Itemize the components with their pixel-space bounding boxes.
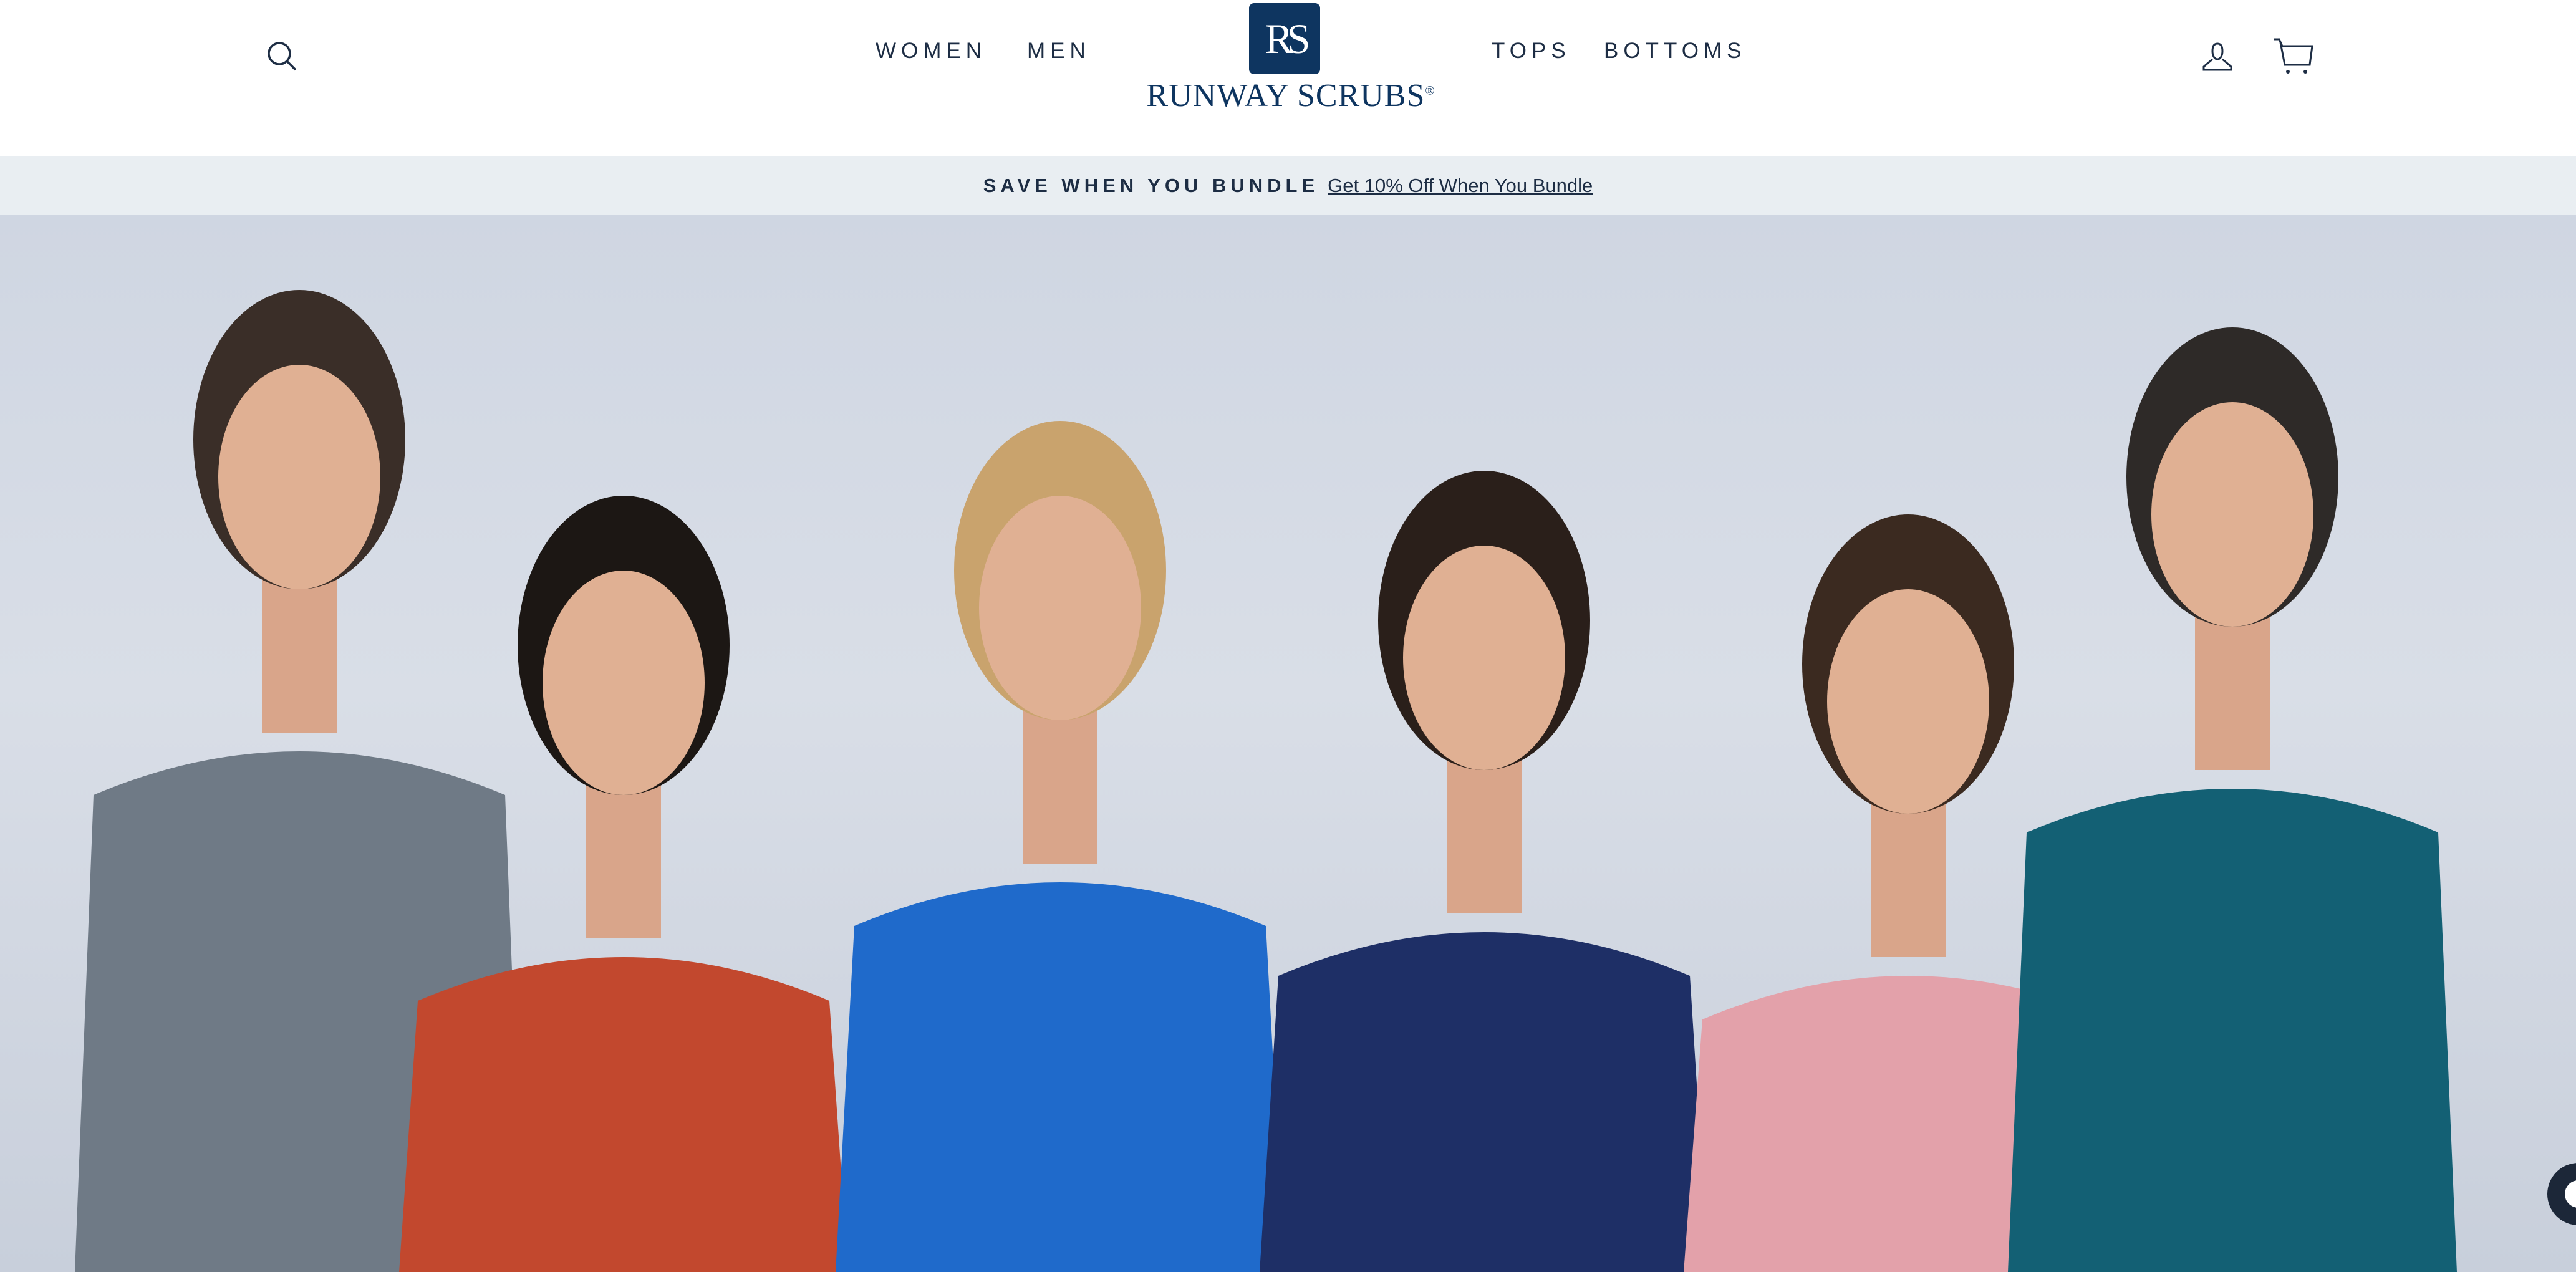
models-illustration — [75, 290, 2457, 1272]
site-header: WOMEN MEN RS RUNWAY SCRUBS® TOPS BOTTOMS — [0, 0, 2576, 156]
nav-men[interactable]: MEN — [1027, 39, 1091, 64]
model-face — [543, 571, 705, 795]
logo-monogram: RS — [1249, 3, 1320, 74]
nav-tops[interactable]: TOPS — [1492, 39, 1571, 64]
model-scrubs — [399, 957, 848, 1272]
logo-registered: ® — [1425, 84, 1435, 98]
nav-women[interactable]: WOMEN — [876, 39, 987, 64]
model-scrubs — [1260, 932, 1709, 1272]
promo-banner: SAVE WHEN YOU BUNDLE Get 10% Off When Yo… — [0, 156, 2576, 215]
user-icon[interactable] — [2200, 40, 2235, 75]
nav-bottoms[interactable]: BOTTOMS — [1604, 39, 1746, 64]
model-face — [2151, 402, 2313, 627]
model-face — [1403, 546, 1565, 770]
banner-link[interactable]: Get 10% Off When You Bundle — [1328, 175, 1593, 197]
search-icon[interactable] — [266, 40, 298, 72]
model-face — [979, 496, 1141, 720]
model-face — [1827, 589, 1989, 814]
model-face — [218, 365, 380, 589]
logo-name: RUNWAY SCRUBS — [1146, 78, 1425, 113]
model-scrubs — [836, 882, 1285, 1272]
hero-image[interactable] — [0, 215, 2576, 1272]
cart-icon[interactable] — [2273, 37, 2314, 76]
banner-title: SAVE WHEN YOU BUNDLE — [983, 174, 1319, 196]
model-scrubs — [2008, 789, 2457, 1272]
